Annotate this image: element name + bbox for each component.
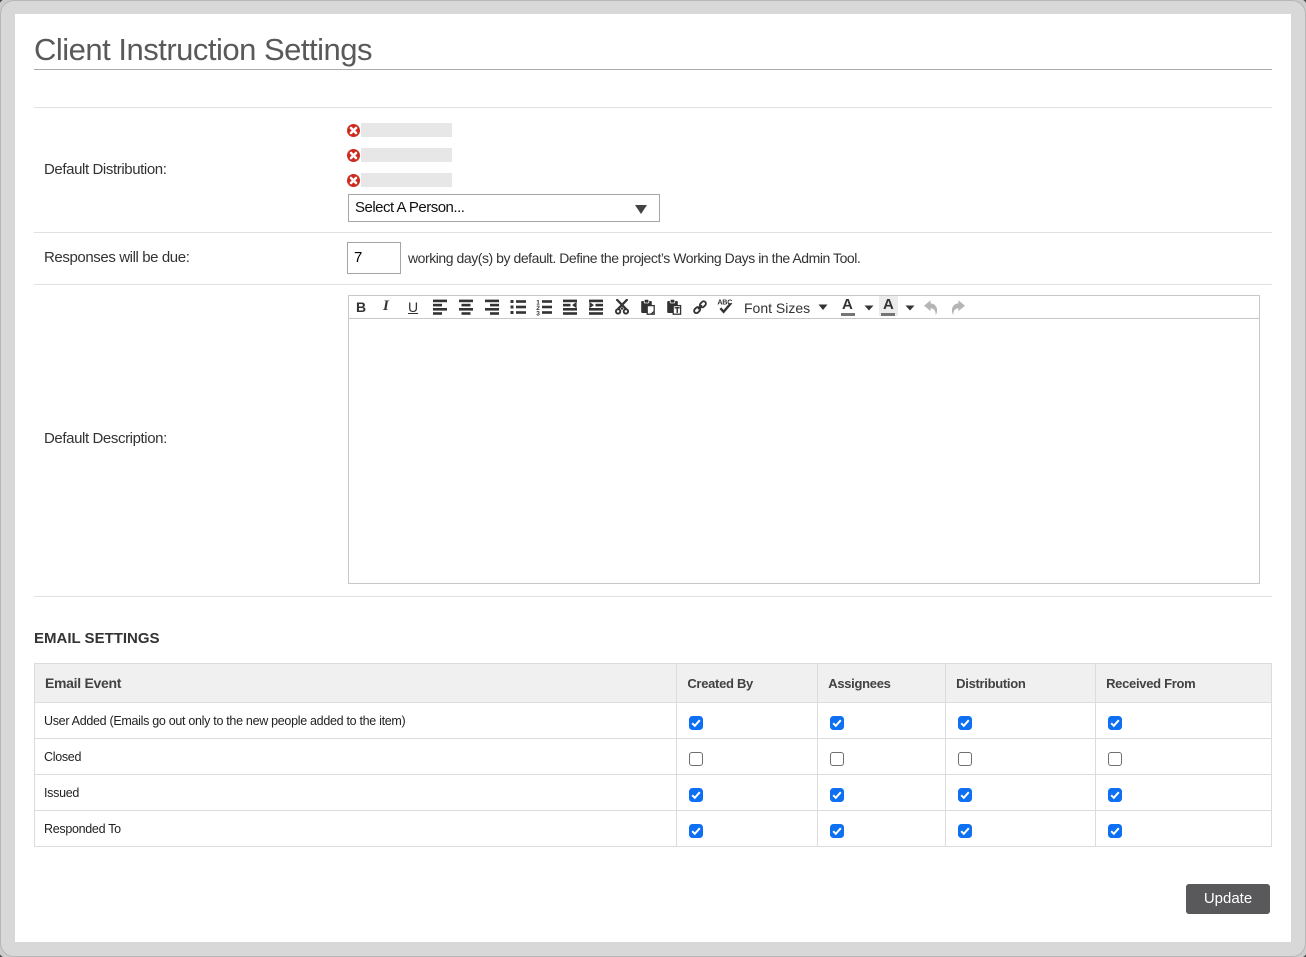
- svg-text:3: 3: [536, 310, 540, 316]
